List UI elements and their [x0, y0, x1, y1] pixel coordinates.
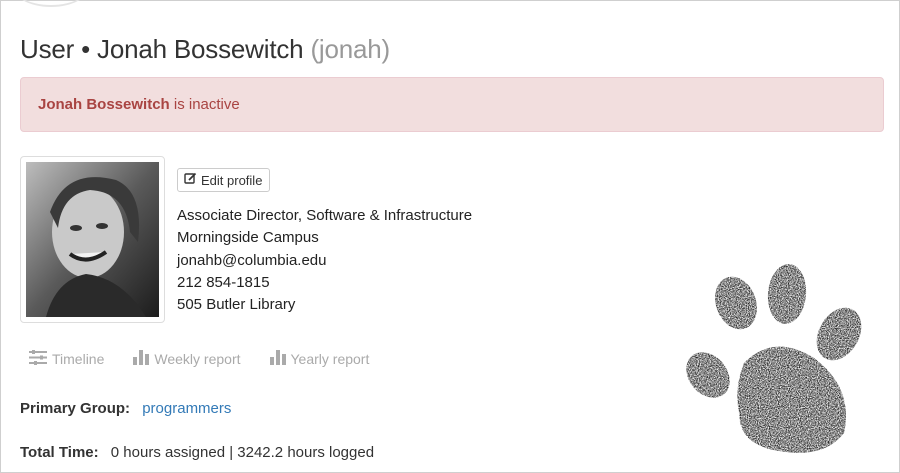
page-title: User • Jonah Bossewitch (jonah)	[20, 34, 390, 65]
profile-photo-frame	[20, 156, 165, 323]
alert-text: is inactive	[169, 96, 240, 113]
inactive-alert: Jonah Bossewitch is inactive	[20, 77, 884, 132]
tab-yearly-report-label: Yearly report	[290, 351, 370, 367]
paw-print-icon	[686, 264, 862, 453]
profile-email: jonahb@columbia.edu	[177, 251, 327, 269]
total-time-label: Total Time:	[20, 444, 99, 461]
tab-weekly-report[interactable]: Weekly report	[133, 350, 241, 368]
edit-profile-button[interactable]: Edit profile	[177, 168, 271, 192]
profile-office: 505 Butler Library	[177, 296, 296, 314]
edit-profile-label: Edit profile	[201, 172, 263, 188]
profile-title: Associate Director, Software & Infrastru…	[177, 207, 473, 224]
profile-photo-image	[26, 162, 159, 317]
report-tabs: Timeline Weekly report Yearly report	[29, 350, 398, 368]
top-decoration	[11, 0, 91, 7]
timeline-icon	[29, 350, 47, 368]
primary-group-label: Primary Group:	[20, 400, 131, 417]
tab-weekly-report-label: Weekly report	[154, 351, 241, 367]
total-time-value: 0 hours assigned | 3242.2 hours logged	[110, 444, 375, 461]
alert-user-name: Jonah Bossewitch	[38, 96, 170, 113]
profile-campus: Morningside Campus	[177, 229, 319, 247]
primary-group-link[interactable]: programmers	[142, 400, 231, 417]
tab-timeline[interactable]: Timeline	[29, 350, 104, 368]
page-title-username: (jonah)	[310, 34, 390, 64]
primary-group-row: Primary Group: programmers	[20, 400, 231, 417]
bar-chart-icon	[269, 350, 286, 368]
profile-phone: 212 854-1815	[177, 273, 270, 291]
total-time-row: Total Time: 0 hours assigned | 3242.2 ho…	[20, 444, 374, 461]
profile-info: Associate Director, Software & Infrastru…	[177, 205, 472, 316]
profile-photo	[26, 162, 159, 317]
edit-icon	[184, 172, 197, 188]
bar-chart-icon	[133, 350, 150, 368]
tab-timeline-label: Timeline	[52, 351, 105, 367]
page-title-name: User • Jonah Bossewitch	[20, 34, 304, 64]
tab-yearly-report[interactable]: Yearly report	[269, 350, 370, 368]
